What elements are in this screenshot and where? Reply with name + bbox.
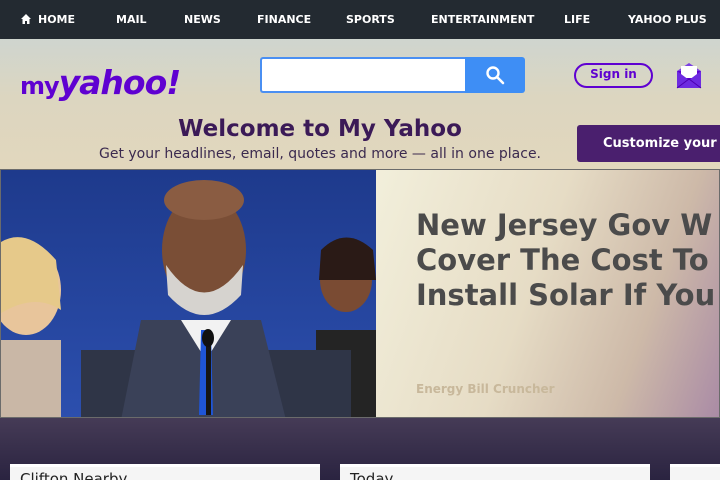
card-third[interactable] [670,464,720,480]
search-input[interactable] [260,57,465,93]
search-bar [260,57,525,93]
nav-label-home: HOME [38,13,76,26]
nav-item-life[interactable]: LIFE [564,0,590,39]
hero-story[interactable]: New Jersey Gov W Cover The Cost To Insta… [0,169,720,418]
hero-headline-line-2: Cover The Cost To [416,243,709,277]
nav-item-entertainment[interactable]: ENTERTAINMENT [431,0,534,39]
card-title: Today [350,470,394,480]
logo-yahoo-text: yahoo! [58,63,182,102]
nav-item-home[interactable]: HOME [20,0,75,39]
hero-source: Energy Bill Cruncher [416,382,555,396]
sign-in-button[interactable]: Sign in [574,63,653,88]
welcome-subtitle: Get your headlines, email, quotes and mo… [98,146,542,162]
card-clifton-nearby[interactable]: Clifton Nearby [10,464,320,480]
nav-item-finance[interactable]: FINANCE [257,0,311,39]
my-yahoo-logo[interactable]: myyahoo! [20,63,182,103]
card-title: Clifton Nearby [20,470,128,480]
home-icon [21,14,31,24]
hero-text-panel[interactable]: New Jersey Gov W Cover The Cost To Insta… [376,170,719,417]
header: myyahoo! Sign in Welcome to My Yahoo Get… [0,39,720,169]
hero-photo [1,170,376,417]
hero-headline[interactable]: New Jersey Gov W Cover The Cost To Insta… [416,208,719,313]
bottom-area: Clifton Nearby Today [0,418,720,480]
search-button[interactable] [465,57,525,93]
card-today[interactable]: Today [340,464,650,480]
hero-headline-line-3: Install Solar If You [416,278,716,312]
nav-item-yahoo-plus[interactable]: YAHOO PLUS [628,0,707,39]
top-nav: HOME MAIL NEWS FINANCE SPORTS ENTERTAINM… [0,0,720,39]
mail-icon[interactable] [676,61,702,89]
logo-my-text: my [20,72,60,100]
hero-headline-line-1: New Jersey Gov W [416,208,713,242]
nav-item-mail[interactable]: MAIL [116,0,147,39]
search-icon [486,66,505,85]
nav-item-sports[interactable]: SPORTS [346,0,395,39]
welcome-title: Welcome to My Yahoo [178,116,462,142]
hero-image[interactable] [1,170,376,417]
customize-button[interactable]: Customize your [577,125,720,162]
nav-item-news[interactable]: NEWS [184,0,221,39]
